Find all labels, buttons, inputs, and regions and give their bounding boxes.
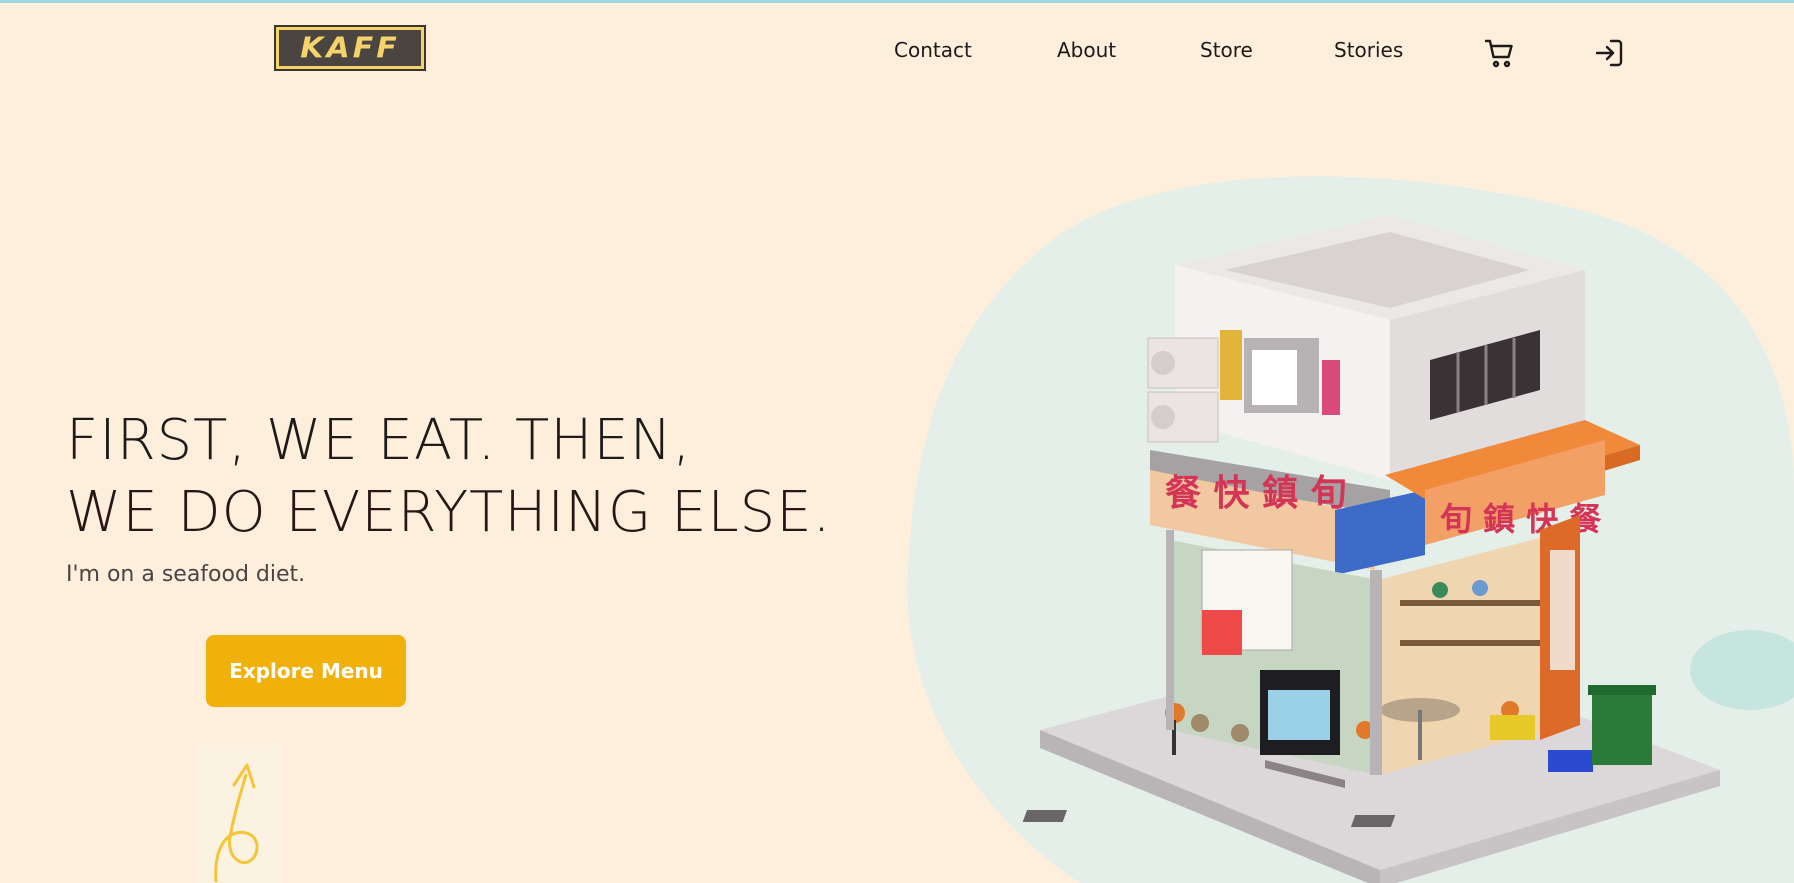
explore-menu-button[interactable]: Explore Menu [206, 635, 406, 707]
isometric-shop-illustration: 餐 快 鎮 旬 旬 鎮 快 餐 [907, 176, 1794, 883]
svg-text:餐 快 鎮 旬: 餐 快 鎮 旬 [1165, 473, 1347, 514]
sign-in-icon[interactable] [1594, 38, 1624, 72]
cart-icon[interactable] [1484, 37, 1516, 73]
curly-arrow-icon [198, 745, 280, 883]
headline-line-1: FIRST, WE EAT. THEN, [66, 408, 692, 473]
hero-headline: FIRST, WE EAT. THEN, WE DO EVERYTHING EL… [66, 405, 926, 549]
top-accent-strip [0, 0, 1794, 3]
hero-subtitle: I'm on a seafood diet. [66, 562, 306, 587]
headline-line-2: WE DO EVERYTHING ELSE. [66, 480, 832, 545]
nav-contact[interactable]: Contact [894, 38, 972, 62]
nav-store[interactable]: Store [1200, 38, 1253, 62]
logo[interactable]: KAFF [274, 25, 426, 71]
nav-about[interactable]: About [1057, 38, 1116, 62]
nav-stories[interactable]: Stories [1334, 38, 1403, 62]
logo-text: KAFF [300, 31, 400, 65]
